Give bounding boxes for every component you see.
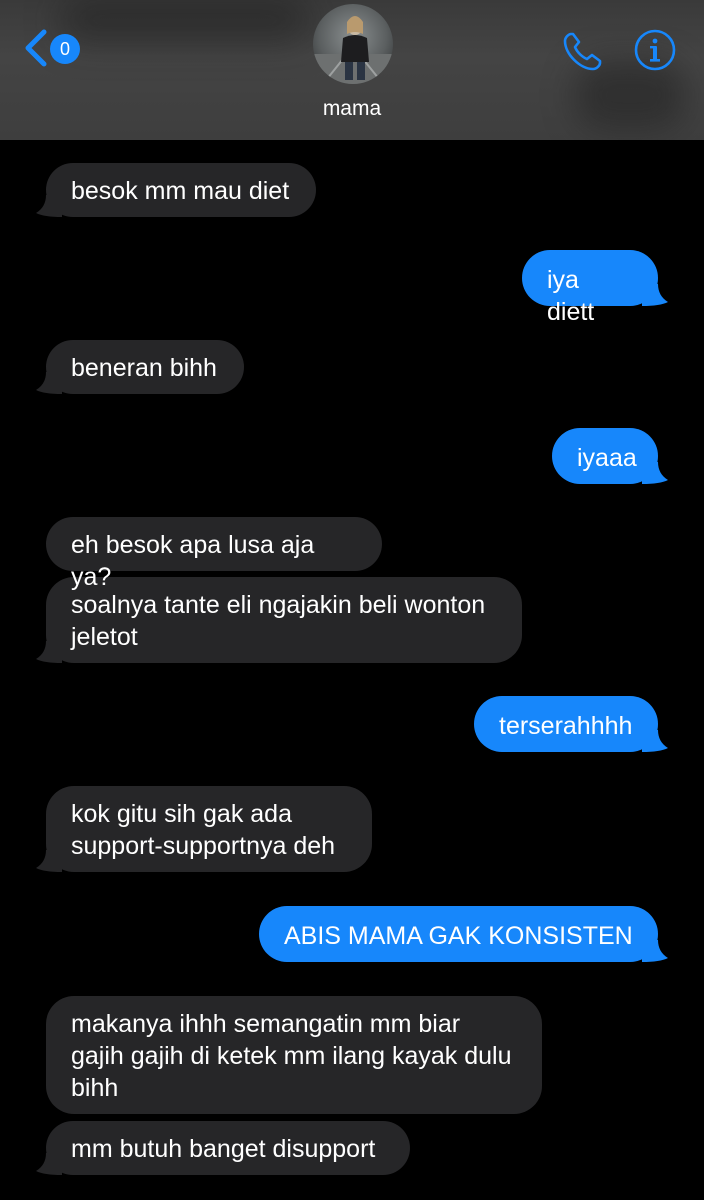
message-bubble-outgoing[interactable]: iya diett xyxy=(522,250,668,326)
unread-count-badge: 0 xyxy=(50,34,80,64)
message-text: makanya ihhh semangatin mm biar gajih ga… xyxy=(71,1010,519,1102)
message-bubble-outgoing[interactable]: terserahhhh xyxy=(474,696,668,752)
message-text: besok mm mau diet xyxy=(71,177,290,205)
message-bubble-incoming[interactable]: kok gitu sih gak ada support-supportnya … xyxy=(36,786,372,872)
message-bubble-incoming[interactable]: makanya ihhh semangatin mm biar gajih ga… xyxy=(46,996,542,1114)
phone-icon xyxy=(563,32,602,71)
message-bubble-incoming[interactable]: mm butuh banget disupport xyxy=(36,1121,410,1175)
message-text: kok gitu sih gak ada support-supportnya … xyxy=(71,800,336,860)
bubble-tail xyxy=(642,462,668,484)
avatar[interactable] xyxy=(313,4,393,84)
message-bubble-incoming[interactable]: besok mm mau diet xyxy=(36,163,316,217)
message-text: ABIS MAMA GAK KONSISTEN xyxy=(284,922,633,950)
bubble-tail xyxy=(36,195,62,217)
header-blur-decoration xyxy=(60,0,310,40)
message-bubble-incoming[interactable]: eh besok apa lusa aja ya? xyxy=(46,517,382,591)
chevron-left-icon xyxy=(25,29,47,67)
bubble-tail xyxy=(36,641,62,663)
call-button[interactable] xyxy=(558,28,606,76)
bubble-tail xyxy=(642,284,668,306)
back-button[interactable]: 0 xyxy=(22,26,84,68)
bubble-tail xyxy=(36,372,62,394)
info-button[interactable] xyxy=(633,28,677,72)
bubble-tail xyxy=(36,1153,62,1175)
message-text: iyaaa xyxy=(577,444,637,472)
message-text: mm butuh banget disupport xyxy=(71,1135,376,1163)
message-text: beneran bihh xyxy=(71,354,217,382)
message-bubble-incoming[interactable]: beneran bihh xyxy=(36,340,244,394)
info-icon xyxy=(634,29,676,71)
contact-name[interactable]: mama xyxy=(0,97,704,121)
message-bubble-outgoing[interactable]: ABIS MAMA GAK KONSISTEN xyxy=(259,906,668,962)
conversation-header: 0 mama xyxy=(0,0,704,140)
bubble-tail xyxy=(642,940,668,962)
avatar-photo xyxy=(313,4,393,84)
message-bubble-outgoing[interactable]: iyaaa xyxy=(552,428,668,484)
message-text: terserahhhh xyxy=(499,712,633,740)
bubble-tail xyxy=(36,850,62,872)
message-bubble-incoming[interactable]: soalnya tante eli ngajakin beli wonton j… xyxy=(36,577,522,663)
bubble-tail xyxy=(642,730,668,752)
message-text: soalnya tante eli ngajakin beli wonton j… xyxy=(71,591,493,651)
message-text: iya diett xyxy=(547,266,595,326)
